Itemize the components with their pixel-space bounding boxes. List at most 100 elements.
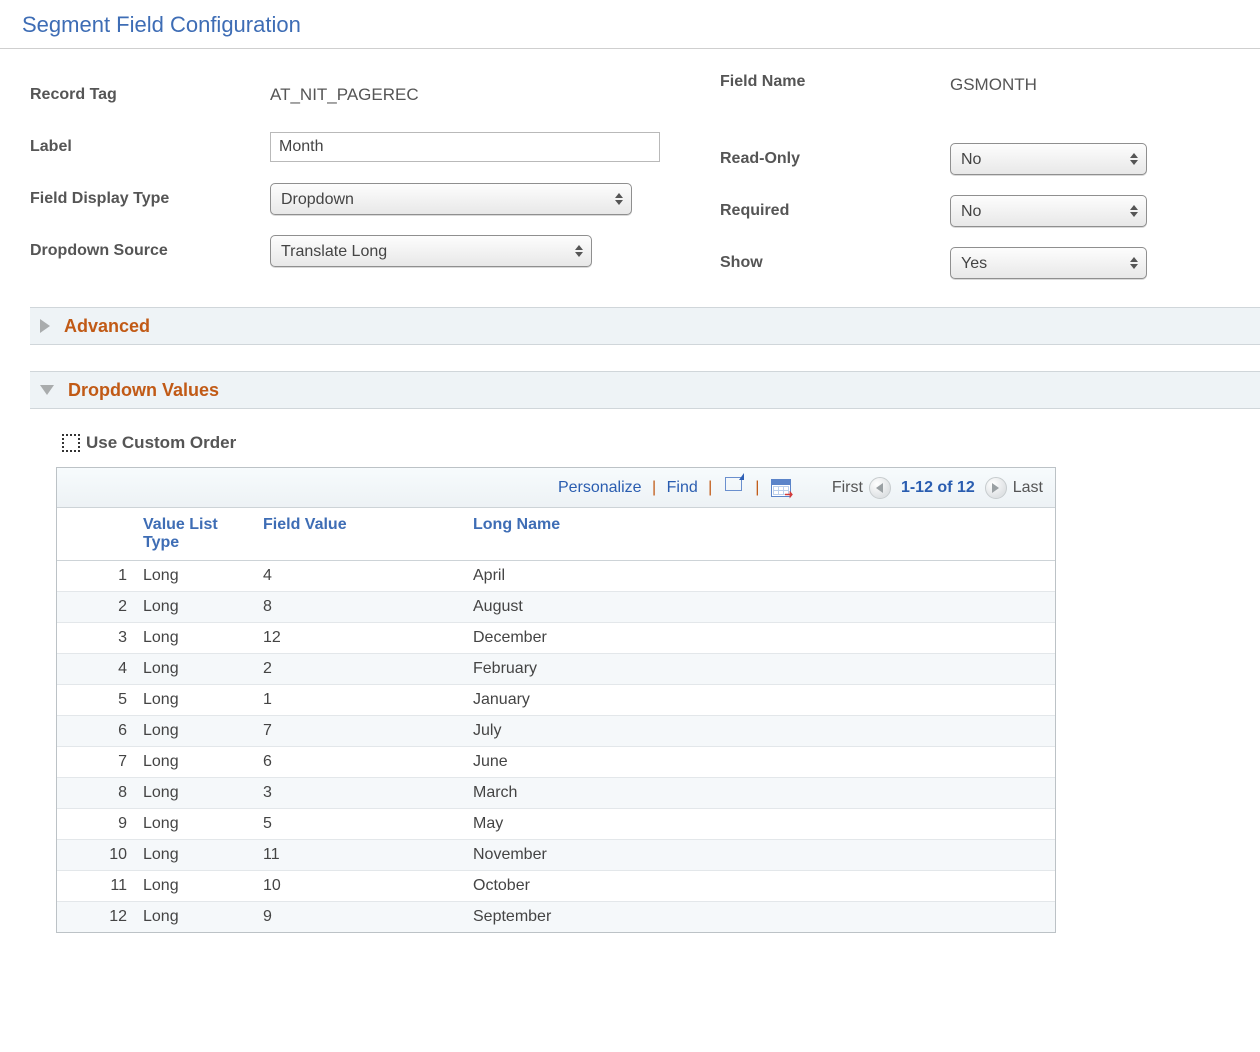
row-index: 10 [57,840,135,871]
advanced-section-toggle[interactable]: Advanced [30,307,1260,345]
row-index: 1 [57,561,135,592]
first-label[interactable]: First [832,479,863,497]
table-row[interactable]: 9Long5May [57,809,1055,840]
caret-right-icon [40,319,50,333]
row-long-name: January [465,685,1055,716]
table-row[interactable]: 6Long7July [57,716,1055,747]
row-long-name: December [465,623,1055,654]
table-row[interactable]: 8Long3March [57,778,1055,809]
col-field-value[interactable]: Field Value [255,508,465,561]
row-long-name: April [465,561,1055,592]
page-title: Segment Field Configuration [0,0,1260,48]
next-page-button[interactable] [985,477,1007,499]
row-index: 11 [57,871,135,902]
dropdown-source-label: Dropdown Source [30,242,270,260]
dropdown-values-section-toggle[interactable]: Dropdown Values [30,371,1260,409]
row-field-value: 5 [255,809,465,840]
row-counter: 1-12 of 12 [901,479,975,497]
label-label: Label [30,138,270,156]
show-label: Show [720,254,950,272]
table-row[interactable]: 1Long4April [57,561,1055,592]
row-index: 3 [57,623,135,654]
row-type: Long [135,654,255,685]
row-index: 9 [57,809,135,840]
caret-down-icon [40,385,54,395]
row-field-value: 3 [255,778,465,809]
row-index: 5 [57,685,135,716]
show-select[interactable]: Yes [950,247,1147,279]
col-long-name[interactable]: Long Name [465,508,1055,561]
row-type: Long [135,778,255,809]
field-display-type-select[interactable]: Dropdown [270,183,632,215]
use-custom-order-label: Use Custom Order [86,433,236,453]
required-label: Required [720,202,950,220]
row-type: Long [135,685,255,716]
caret-right-icon [992,483,999,493]
read-only-select[interactable]: No [950,143,1147,175]
row-type: Long [135,809,255,840]
row-index: 7 [57,747,135,778]
table-row[interactable]: 11Long10October [57,871,1055,902]
row-field-value: 12 [255,623,465,654]
table-row[interactable]: 10Long11November [57,840,1055,871]
row-field-value: 1 [255,685,465,716]
zoom-popout-icon[interactable] [723,478,745,498]
grid-toolbar: Personalize | Find | | First 1-12 of 12 … [57,468,1055,508]
advanced-section-title: Advanced [64,316,150,337]
field-name-value: GSMONTH [950,73,1037,95]
download-spreadsheet-icon[interactable] [770,478,792,498]
label-input[interactable] [270,132,660,162]
row-field-value: 11 [255,840,465,871]
table-row[interactable]: 5Long1January [57,685,1055,716]
last-label[interactable]: Last [1013,479,1043,497]
dropdown-source-select[interactable]: Translate Long [270,235,592,267]
read-only-label: Read-Only [720,150,950,168]
table-row[interactable]: 4Long2February [57,654,1055,685]
row-field-value: 7 [255,716,465,747]
row-field-value: 2 [255,654,465,685]
row-long-name: October [465,871,1055,902]
find-link[interactable]: Find [667,479,698,497]
separator: | [704,479,717,497]
row-type: Long [135,747,255,778]
record-tag-label: Record Tag [30,86,270,104]
field-display-type-label: Field Display Type [30,190,270,208]
table-row[interactable]: 7Long6June [57,747,1055,778]
row-index: 2 [57,592,135,623]
row-long-name: February [465,654,1055,685]
row-long-name: May [465,809,1055,840]
row-field-value: 6 [255,747,465,778]
divider [0,48,1260,49]
row-type: Long [135,840,255,871]
col-index [57,508,135,561]
use-custom-order-checkbox[interactable] [62,434,80,452]
prev-page-button[interactable] [869,477,891,499]
table-row[interactable]: 12Long9September [57,902,1055,933]
required-select[interactable]: No [950,195,1147,227]
field-name-label: Field Name [720,73,950,91]
row-type: Long [135,902,255,933]
row-long-name: July [465,716,1055,747]
separator: | [751,479,764,497]
row-type: Long [135,623,255,654]
row-index: 8 [57,778,135,809]
row-field-value: 10 [255,871,465,902]
dropdown-values-section-title: Dropdown Values [68,380,219,401]
row-long-name: March [465,778,1055,809]
separator: | [648,479,661,497]
table-row[interactable]: 3Long12December [57,623,1055,654]
row-long-name: November [465,840,1055,871]
form-area: Record Tag AT_NIT_PAGEREC Label Field Di… [0,57,1260,307]
row-type: Long [135,716,255,747]
row-type: Long [135,592,255,623]
values-grid: Personalize | Find | | First 1-12 of 12 … [56,467,1056,933]
row-field-value: 8 [255,592,465,623]
personalize-link[interactable]: Personalize [558,479,642,497]
col-value-list-type[interactable]: Value List Type [135,508,255,561]
record-tag-value: AT_NIT_PAGEREC [270,85,419,105]
row-long-name: August [465,592,1055,623]
row-type: Long [135,561,255,592]
row-index: 12 [57,902,135,933]
row-index: 4 [57,654,135,685]
table-row[interactable]: 2Long8August [57,592,1055,623]
